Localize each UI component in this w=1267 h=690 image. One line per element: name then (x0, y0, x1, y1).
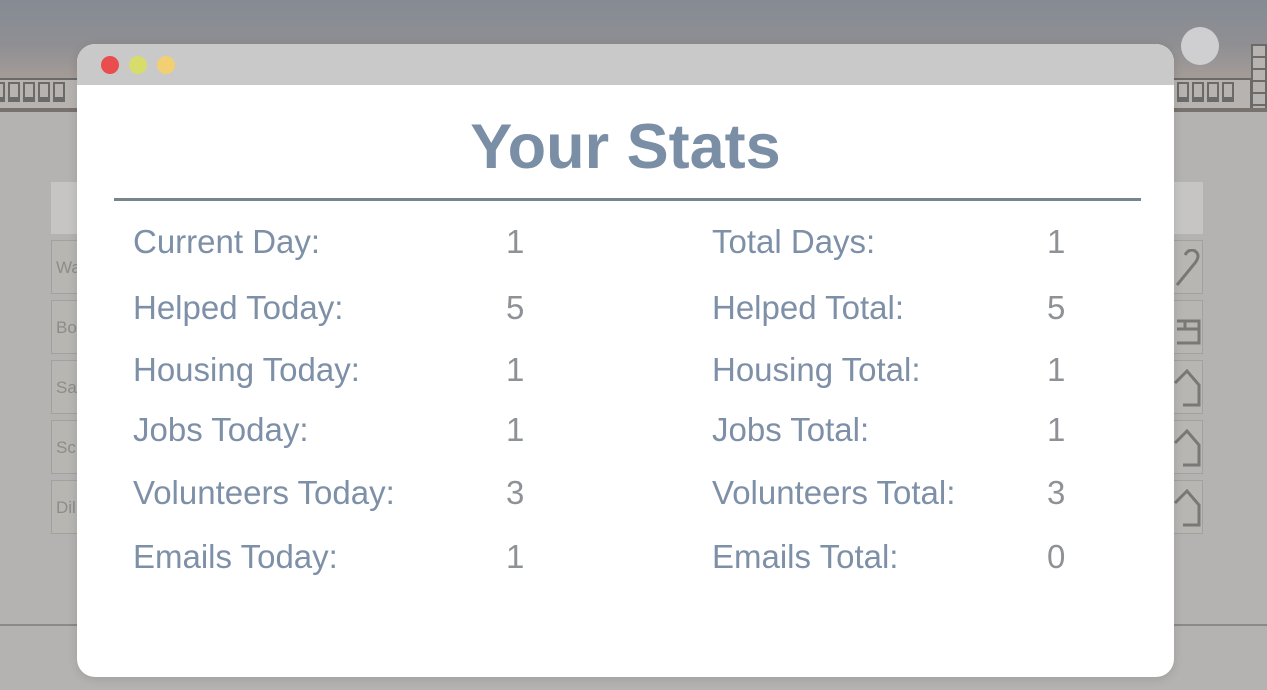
stat-label-emails-total: Emails Total: (712, 538, 899, 575)
house-icon (1170, 360, 1203, 414)
stat-label-helped-today: Helped Today: (133, 289, 344, 326)
stat-value-emails-total: 0 (1047, 538, 1066, 575)
mail-icon (1170, 300, 1203, 354)
building-right (1172, 78, 1252, 108)
stat-value-total-days: 1 (1047, 223, 1066, 260)
stat-label-total-days: Total Days: (712, 223, 876, 260)
stat-value-volunteers-total: 3 (1047, 474, 1066, 511)
stat-label-housing-today: Housing Today: (133, 351, 360, 388)
stat-label-jobs-total: Jobs Total: (712, 411, 870, 448)
moon-icon (1181, 27, 1219, 65)
stat-value-current-day: 1 (506, 223, 525, 260)
stat-label-volunteers-today: Volunteers Today: (133, 474, 395, 511)
heart-icon (1170, 240, 1203, 294)
stat-label-jobs-today: Jobs Today: (133, 411, 309, 448)
stat-label-current-day: Current Day: (133, 223, 321, 260)
stat-label-volunteers-total: Volunteers Total: (712, 474, 956, 511)
stat-label-helped-total: Helped Total: (712, 289, 905, 326)
stat-value-housing-today: 1 (506, 351, 525, 388)
stat-label-housing-total: Housing Total: (712, 351, 921, 388)
stats-modal: Your Stats Current Day: 1 Helped Today: … (77, 44, 1174, 677)
page-title: Your Stats (470, 112, 781, 182)
stat-value-emails-today: 1 (506, 538, 525, 575)
stat-value-jobs-today: 1 (506, 411, 525, 448)
house-icon (1170, 420, 1203, 474)
stat-value-helped-total: 5 (1047, 289, 1066, 326)
modal-titlebar (77, 44, 1174, 85)
zoom-window-button[interactable] (157, 56, 175, 74)
stat-value-volunteers-today: 3 (506, 474, 525, 511)
stat-value-housing-total: 1 (1047, 351, 1066, 388)
close-window-button[interactable] (101, 56, 119, 74)
stat-value-jobs-total: 1 (1047, 411, 1066, 448)
title-divider (114, 198, 1141, 201)
building-tower (1251, 44, 1267, 110)
stat-label-emails-today: Emails Today: (133, 538, 338, 575)
minimize-window-button[interactable] (129, 56, 147, 74)
building-left (0, 78, 83, 108)
stat-value-helped-today: 5 (506, 289, 525, 326)
house-icon (1170, 480, 1203, 534)
